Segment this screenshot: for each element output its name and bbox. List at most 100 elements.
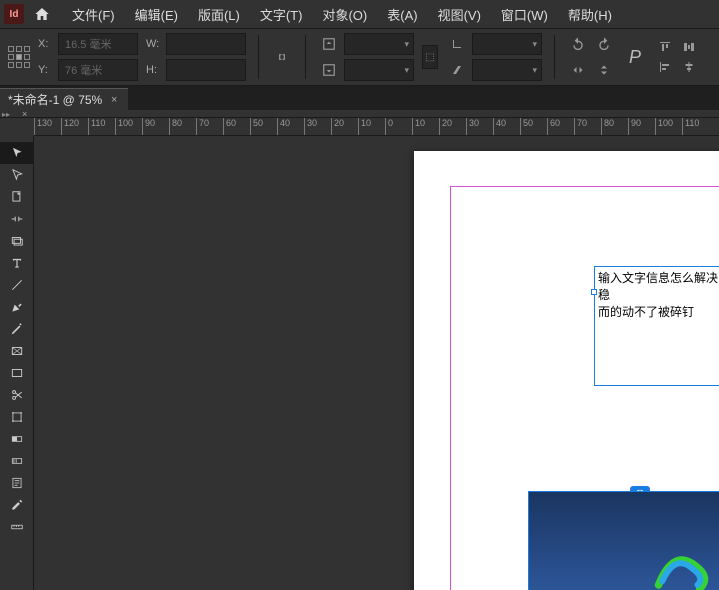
reference-point[interactable] [8,46,30,68]
free-transform-tool[interactable] [0,406,34,428]
shear-group [446,33,542,81]
rotate-ccw-icon[interactable] [567,33,589,55]
rotate-dropdown[interactable] [472,33,542,55]
close-panel-icon[interactable]: × [22,109,27,119]
ruler-tick: 80 [601,118,614,136]
control-bar: X: 16.5 毫米 Y: 76 毫米 W: H: ⬚ [0,28,719,86]
ruler-tick: 50 [250,118,263,136]
fit-content-icon[interactable] [318,59,340,81]
scissors-tool[interactable] [0,384,34,406]
separator [554,35,555,79]
gap-tool[interactable] [0,208,34,230]
page-tool[interactable] [0,186,34,208]
y-input[interactable]: 76 毫米 [58,59,138,81]
ruler-tick: 40 [277,118,290,136]
transform-icons [567,33,615,81]
content-collector-tool[interactable] [0,230,34,252]
expand-panel-icon[interactable]: ▸▸ [2,110,10,119]
gradient-feather-tool[interactable] [0,450,34,472]
w-label: W: [146,38,162,50]
ruler-tick: 0 [385,118,393,136]
fit-dropdown-2[interactable] [344,59,414,81]
home-icon[interactable] [30,2,54,26]
ruler-tick: 30 [304,118,317,136]
separator [258,35,259,79]
menu-object[interactable]: 对象(O) [312,1,377,28]
menu-type[interactable]: 文字(T) [250,1,313,28]
rectangle-tool[interactable] [0,362,34,384]
gradient-swatch-tool[interactable] [0,428,34,450]
ruler-tick: 20 [331,118,344,136]
canvas[interactable]: 输入文字信息怎么解决，不稳 而的动不了被碎钉 极光下载站 www.xz7.com [34,136,719,590]
main-area: 输入文字信息怎么解决，不稳 而的动不了被碎钉 极光下载站 www.xz7.com [0,136,719,590]
placed-image: 极光下载站 www.xz7.com [529,492,719,590]
ruler-tick: 60 [547,118,560,136]
ruler-tick: 70 [196,118,209,136]
horizontal-ruler[interactable]: 1301201101009080706050403020100102030405… [34,118,719,136]
flip-vertical-icon[interactable] [593,59,615,81]
menu-table[interactable]: 表(A) [377,1,427,28]
document-tab-title: *未命名-1 @ 75% [8,91,102,108]
fit-group [318,33,414,81]
menu-file[interactable]: 文件(F) [62,1,125,28]
text-frame[interactable]: 输入文字信息怎么解决，不稳 而的动不了被碎钉 [594,266,719,386]
align-top-icon[interactable] [655,39,675,55]
shear-dropdown[interactable] [472,59,542,81]
menu-view[interactable]: 视图(V) [428,1,491,28]
rotate-angle-icon [446,33,468,55]
ruler-tick: 100 [115,118,133,136]
ruler-tick: 110 [88,118,105,136]
ruler-tick: 50 [520,118,533,136]
pen-tool[interactable] [0,296,34,318]
x-input[interactable]: 16.5 毫米 [58,33,138,55]
selection-tool[interactable] [0,142,34,164]
menu-help[interactable]: 帮助(H) [558,1,622,28]
ruler-tick: 40 [493,118,506,136]
y-label: Y: [38,64,54,76]
shear-angle-icon [446,59,468,81]
measure-tool[interactable] [0,516,34,538]
ruler-tick: 20 [439,118,452,136]
swirl-graphic [641,540,719,590]
pencil-tool[interactable] [0,318,34,340]
image-frame[interactable]: 极光下载站 www.xz7.com [528,491,719,590]
link-badge[interactable]: ⬚ [422,45,438,69]
ruler-tick: 10 [358,118,371,136]
w-input[interactable] [166,33,246,55]
ruler-tick: 30 [466,118,479,136]
document-tab[interactable]: *未命名-1 @ 75% × [0,88,128,110]
text-inport-icon[interactable] [591,289,597,295]
note-tool[interactable] [0,472,34,494]
constrain-icon[interactable] [271,46,293,68]
close-tab-icon[interactable]: × [108,94,120,106]
menubar: Id 文件(F) 编辑(E) 版面(L) 文字(T) 对象(O) 表(A) 视图… [0,0,719,28]
menu-window[interactable]: 窗口(W) [491,1,558,28]
type-tool[interactable] [0,252,34,274]
menu-edit[interactable]: 编辑(E) [125,1,188,28]
eyedropper-tool[interactable] [0,494,34,516]
direct-selection-tool[interactable] [0,164,34,186]
paragraph-style-icon[interactable]: P [623,47,647,68]
ruler-tick: 80 [169,118,182,136]
x-label: X: [38,38,54,50]
ruler-tick: 10 [412,118,425,136]
menu-layout[interactable]: 版面(L) [188,1,250,28]
distribute-icon[interactable] [679,39,699,55]
align-center-icon[interactable] [679,59,699,75]
fit-dropdown-1[interactable] [344,33,414,55]
flip-horizontal-icon[interactable] [567,59,589,81]
text-line-1: 输入文字信息怎么解决，不稳 [598,271,719,302]
document-tab-bar: *未命名-1 @ 75% × [0,86,719,110]
separator [305,35,306,79]
ruler-tick: 90 [142,118,155,136]
align-left-icon[interactable] [655,59,675,75]
text-content[interactable]: 输入文字信息怎么解决，不稳 而的动不了被碎钉 [598,270,719,320]
rotate-cw-icon[interactable] [593,33,615,55]
h-input[interactable] [166,59,246,81]
size-group: W: H: [146,33,246,81]
rectangle-frame-tool[interactable] [0,340,34,362]
tools-panel [0,136,34,590]
line-tool[interactable] [0,274,34,296]
fit-frame-icon[interactable] [318,33,340,55]
ruler-tick: 60 [223,118,236,136]
